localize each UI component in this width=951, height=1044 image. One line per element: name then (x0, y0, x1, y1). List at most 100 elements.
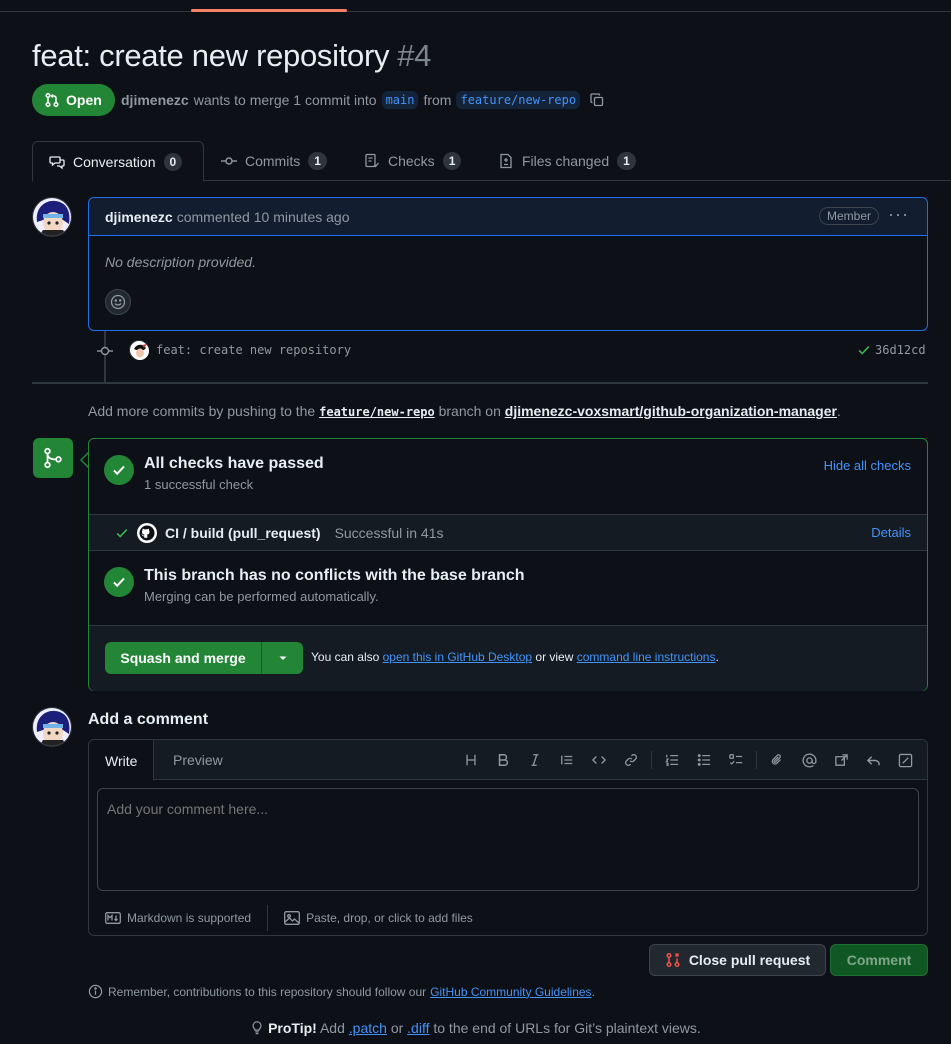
cross-reference-icon[interactable] (825, 748, 857, 772)
italic-icon[interactable] (519, 748, 551, 772)
tab-write[interactable]: Write (89, 740, 155, 781)
triangle-down-icon (279, 656, 286, 660)
pr-author-link[interactable]: djimenezc (121, 92, 189, 108)
commit-message[interactable]: feat: create new repository (156, 343, 351, 357)
avatar[interactable] (32, 197, 72, 237)
github-logo-icon (137, 522, 157, 543)
tab-label: Checks (388, 153, 435, 169)
tab-label: Files changed (522, 153, 610, 169)
comment-textarea[interactable] (97, 788, 919, 891)
commit-sha[interactable]: 36d12cd (857, 343, 926, 357)
check-item-row: CI / build (pull_request) Successful in … (89, 514, 927, 551)
git-merge-icon (44, 447, 62, 469)
pr-title-text: feat: create new repository (32, 38, 390, 73)
mention-icon[interactable] (793, 748, 825, 772)
head-branch[interactable]: feature/new-repo (456, 91, 581, 109)
heading-icon[interactable] (455, 748, 487, 772)
community-guidelines-link[interactable]: GitHub Community Guidelines (430, 985, 591, 999)
merge-method-dropdown[interactable] (262, 642, 303, 674)
push-hint-branch[interactable]: feature/new-repo (319, 405, 435, 419)
protip-rest: to the end of URLs for Git’s plaintext v… (433, 1020, 701, 1036)
comment-time[interactable]: 10 minutes ago (254, 209, 350, 225)
conflicts-summary: This branch has no conflicts with the ba… (104, 567, 525, 604)
open-desktop-link[interactable]: open this in GitHub Desktop (383, 650, 532, 664)
bold-icon[interactable] (487, 748, 519, 772)
code-icon[interactable] (583, 748, 615, 772)
pr-state-label: Open (66, 92, 102, 108)
tab-commits[interactable]: Commits 1 (205, 141, 343, 181)
checklist-icon (365, 153, 379, 168)
editor-header: Write Preview (89, 740, 927, 781)
add-comment-heading: Add a comment (88, 711, 209, 728)
push-hint-repo-link[interactable]: djimenezc-voxsmart/github-organization-m… (505, 403, 837, 419)
comment-discussion-icon (49, 155, 65, 169)
hide-all-checks-link[interactable]: Hide all checks (824, 458, 911, 473)
git-pull-request-icon (45, 92, 59, 108)
comment-card: djimenezc commented 10 minutes ago Membe… (88, 197, 928, 331)
comment-submit-button[interactable]: Comment (830, 944, 928, 976)
ordered-list-icon[interactable] (656, 748, 688, 772)
close-button-label: Close pull request (688, 952, 811, 968)
comment-body: No description provided. (105, 254, 256, 270)
image-icon (284, 911, 301, 925)
task-list-icon[interactable] (720, 748, 752, 772)
markdown-supported-link[interactable]: Markdown is supported (89, 911, 267, 925)
active-repo-tab-indicator (191, 9, 347, 12)
check-details-link[interactable]: Details (871, 525, 911, 540)
close-pull-request-button[interactable]: Close pull request (649, 944, 826, 976)
slash-command-icon[interactable] (889, 748, 921, 772)
patch-link[interactable]: .patch (349, 1020, 387, 1036)
checks-subtitle: 1 successful check (144, 477, 254, 492)
squash-and-merge-button-group: Squash and merge (105, 642, 303, 674)
tab-checks[interactable]: Checks 1 (348, 141, 477, 181)
from-text: from (423, 92, 452, 108)
guidelines-suffix: . (591, 984, 595, 999)
protip-add: Add (319, 1020, 345, 1036)
push-hint-middle: branch on (438, 403, 501, 419)
community-guidelines-note: Remember, contributions to this reposito… (88, 984, 595, 999)
protip: ProTip! Add .patch or .diff to the end o… (0, 1020, 951, 1036)
tab-counter: 1 (308, 152, 327, 170)
comment-author[interactable]: djimenezc (105, 209, 173, 225)
tab-label: Conversation (73, 153, 156, 170)
git-commit-icon (221, 157, 237, 165)
commit-author-avatar[interactable] (129, 340, 149, 360)
merge-text: wants to merge 1 commit into (193, 92, 377, 108)
toolbar-divider (651, 751, 652, 769)
pr-state-badge: Open (32, 84, 115, 116)
link-icon[interactable] (615, 748, 647, 772)
reply-icon[interactable] (857, 748, 889, 772)
markdown-label: Markdown is supported (127, 911, 252, 925)
paperclip-icon[interactable] (761, 748, 793, 772)
comment-editor: Write Preview Markdown is supported (88, 739, 928, 936)
copy-icon[interactable] (589, 92, 605, 108)
tab-preview[interactable]: Preview (157, 740, 239, 780)
unordered-list-icon[interactable] (688, 748, 720, 772)
role-badge: Member (818, 207, 879, 225)
current-user-avatar[interactable] (32, 707, 72, 747)
also-suffix: . (715, 650, 719, 664)
check-item-name[interactable]: CI / build (pull_request) (165, 525, 321, 541)
command-line-link[interactable]: command line instructions (577, 650, 716, 664)
base-branch[interactable]: main (381, 91, 419, 109)
add-reaction-button[interactable] (105, 289, 131, 315)
guidelines-prefix: Remember, contributions to this reposito… (108, 984, 427, 999)
protip-or: or (390, 1020, 404, 1036)
top-nav-border (0, 0, 951, 12)
pr-tabs: Conversation 0 Commits 1 Checks 1 Files … (32, 141, 951, 182)
tab-files-changed[interactable]: Files changed 1 (482, 141, 652, 181)
comment-header: djimenezc commented 10 minutes ago Membe… (89, 198, 927, 236)
tab-counter: 1 (442, 152, 462, 170)
squash-and-merge-button[interactable]: Squash and merge (105, 642, 262, 674)
git-commit-icon (97, 346, 113, 356)
toolbar-divider (756, 751, 757, 769)
kebab-menu-icon[interactable]: ··· (888, 204, 909, 225)
tab-conversation[interactable]: Conversation 0 (32, 141, 204, 182)
diff-link[interactable]: .diff (407, 1020, 429, 1036)
info-icon (88, 984, 103, 999)
attach-files-button[interactable]: Paste, drop, or click to add files (268, 911, 489, 925)
quote-icon[interactable] (551, 748, 583, 772)
check-icon (116, 528, 128, 538)
git-pull-request-closed-icon (666, 952, 680, 968)
markdown-icon (105, 912, 121, 924)
